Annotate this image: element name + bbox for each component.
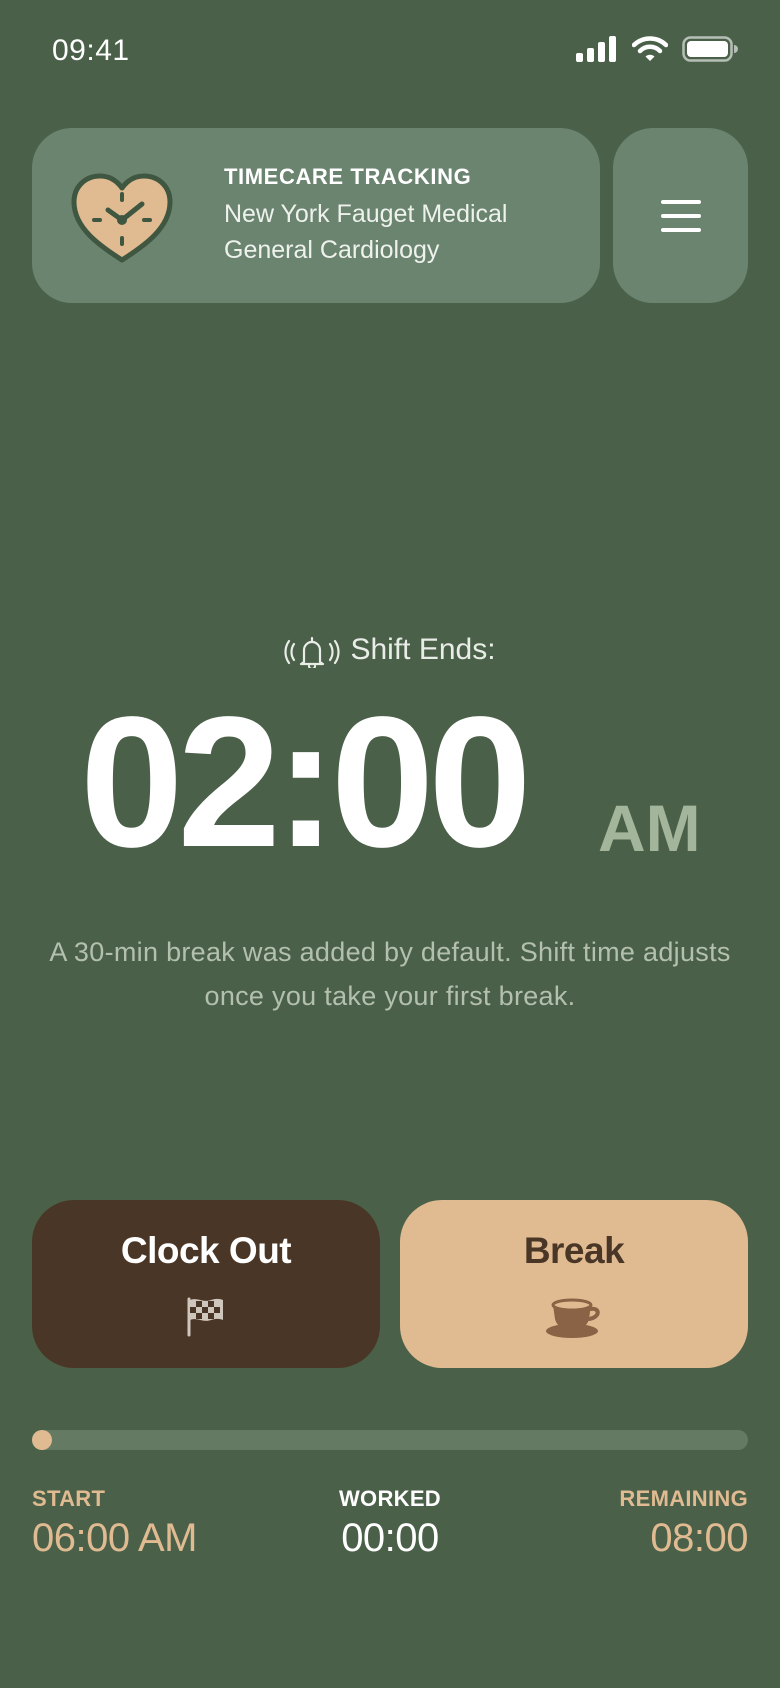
status-bar: 09:41 [0,0,780,110]
worked-value: 00:00 [341,1516,439,1560]
remaining-value: 08:00 [650,1516,748,1560]
break-info-text: A 30-min break was added by default. Shi… [49,937,731,1011]
signal-icon [576,36,616,62]
remaining-label: REMAINING [619,1486,748,1511]
shift-progress-bar [32,1430,748,1450]
shift-end-time: 02:00 [80,679,532,886]
menu-button[interactable] [613,128,748,303]
hamburger-menu-icon [660,199,701,232]
ringing-bell-icon [284,636,340,668]
facility-name: New York Fauget Medical [224,200,508,228]
clock-out-label: Clock Out [120,1230,292,1271]
clock-out-button[interactable]: Clock Out [32,1200,380,1368]
wifi-icon [632,36,668,61]
coffee-cup-icon [546,1298,600,1338]
battery-icon [682,36,738,62]
break-label: Break [523,1230,625,1271]
checkered-flag-icon [187,1297,223,1337]
start-value: 06:00 AM [32,1516,198,1560]
shift-ends-label: Shift Ends: [350,633,496,666]
start-label: START [32,1486,106,1511]
department-name: General Cardiology [224,236,440,264]
shift-end-meridiem: AM [598,791,701,865]
shift-progress-fill [32,1430,52,1450]
heart-clock-icon [71,173,173,263]
status-icons [576,36,738,62]
header-card: TIMECARE TRACKING New York Fauget Medica… [32,128,600,303]
shift-ends-row: Shift Ends: [0,632,780,668]
worked-label: WORKED [338,1486,441,1511]
status-time: 09:41 [52,34,130,67]
break-button[interactable]: Break [400,1200,748,1368]
header-title: TIMECARE TRACKING [224,164,472,189]
